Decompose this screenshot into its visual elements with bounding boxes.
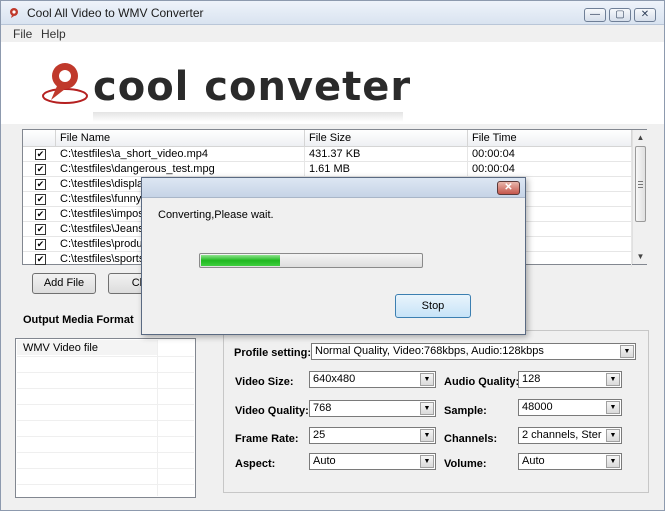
channels-label: Channels: xyxy=(444,433,498,445)
dialog-title-bar[interactable]: ✕ xyxy=(142,178,525,198)
logo-text: cool conveter xyxy=(93,64,412,110)
video-size-select[interactable]: 640x480 ▼ xyxy=(309,371,436,388)
row-checkbox[interactable]: ✔ xyxy=(35,179,46,190)
row-checkbox[interactable]: ✔ xyxy=(35,164,46,175)
table-row[interactable]: ✔ C:\testfiles\dangerous_test.mpg 1.61 M… xyxy=(23,162,632,177)
logo-icon xyxy=(42,63,88,104)
chevron-down-icon[interactable]: ▼ xyxy=(606,373,620,386)
chevron-down-icon[interactable]: ▼ xyxy=(420,402,434,415)
chevron-down-icon[interactable]: ▼ xyxy=(606,401,620,414)
chevron-down-icon[interactable]: ▼ xyxy=(420,429,434,442)
video-size-value: 640x480 xyxy=(313,373,356,385)
file-name-cell: C:\testfiles\dangerous_test.mpg xyxy=(56,162,305,177)
file-size-cell: 1.61 MB xyxy=(305,162,468,177)
channels-value: 2 channels, Ster xyxy=(522,429,602,441)
scroll-thumb[interactable] xyxy=(635,146,646,222)
chevron-down-icon[interactable]: ▼ xyxy=(606,429,620,442)
banner: cool conveter xyxy=(1,42,664,124)
frame-rate-select[interactable]: 25 ▼ xyxy=(309,427,436,444)
row-checkbox[interactable]: ✔ xyxy=(35,149,46,160)
row-checkbox[interactable]: ✔ xyxy=(35,209,46,220)
file-size-cell: 431.37 KB xyxy=(305,147,468,162)
row-checkbox[interactable]: ✔ xyxy=(35,194,46,205)
sample-label: Sample: xyxy=(444,405,487,417)
row-checkbox[interactable]: ✔ xyxy=(35,224,46,235)
file-name-cell: C:\testfiles\a_short_video.mp4 xyxy=(56,147,305,162)
video-quality-value: 768 xyxy=(313,402,332,414)
main-window: Cool All Video to WMV Converter — ▢ ✕ Fi… xyxy=(0,0,665,511)
aspect-label: Aspect: xyxy=(235,458,276,470)
audio-quality-value: 128 xyxy=(522,373,541,385)
stop-button[interactable]: Stop xyxy=(395,294,471,318)
chevron-down-icon[interactable]: ▼ xyxy=(620,345,634,358)
video-quality-label: Video Quality: xyxy=(235,405,309,417)
format-item-wmv[interactable]: WMV Video file xyxy=(17,340,157,355)
window-title: Cool All Video to WMV Converter xyxy=(27,6,204,20)
file-time-cell: 00:00:04 xyxy=(468,162,632,177)
header-file-name[interactable]: File Name xyxy=(56,130,305,147)
chevron-down-icon[interactable]: ▼ xyxy=(606,455,620,468)
progress-dialog: ✕ Converting,Please wait. Stop xyxy=(141,177,526,335)
audio-quality-label: Audio Quality: xyxy=(444,376,520,388)
volume-value: Auto xyxy=(522,455,545,467)
title-bar[interactable]: Cool All Video to WMV Converter — ▢ ✕ xyxy=(1,1,664,25)
sample-value: 48000 xyxy=(522,401,553,413)
audio-quality-select[interactable]: 128 ▼ xyxy=(518,371,622,388)
close-button[interactable]: ✕ xyxy=(634,8,656,22)
scroll-up-icon[interactable]: ▲ xyxy=(633,130,648,145)
volume-label: Volume: xyxy=(444,458,487,470)
table-row[interactable]: ✔ C:\testfiles\a_short_video.mp4 431.37 … xyxy=(23,147,632,162)
logo-reflection xyxy=(93,112,403,122)
settings-panel: Profile setting: Normal Quality, Video:7… xyxy=(223,330,649,493)
add-file-button[interactable]: Add File xyxy=(32,273,96,294)
aspect-value: Auto xyxy=(313,455,336,467)
output-format-list[interactable]: WMV Video file xyxy=(15,338,196,498)
menu-file[interactable]: File xyxy=(13,27,32,41)
header-check-column[interactable] xyxy=(23,130,56,147)
header-file-size[interactable]: File Size xyxy=(305,130,468,147)
progress-bar xyxy=(199,253,423,268)
aspect-select[interactable]: Auto ▼ xyxy=(309,453,436,470)
dialog-close-button[interactable]: ✕ xyxy=(497,181,520,195)
file-list-scrollbar[interactable]: ▲ ▼ xyxy=(632,130,647,264)
app-icon xyxy=(10,8,18,18)
file-time-cell: 00:00:04 xyxy=(468,147,632,162)
scroll-down-icon[interactable]: ▼ xyxy=(633,249,648,264)
video-quality-select[interactable]: 768 ▼ xyxy=(309,400,436,417)
chevron-down-icon[interactable]: ▼ xyxy=(420,455,434,468)
row-checkbox[interactable]: ✔ xyxy=(35,254,46,265)
frame-rate-value: 25 xyxy=(313,429,326,441)
profile-setting-value: Normal Quality, Video:768kbps, Audio:128… xyxy=(315,345,544,357)
menu-help[interactable]: Help xyxy=(41,27,66,41)
output-format-label: Output Media Format xyxy=(23,314,134,326)
volume-select[interactable]: Auto ▼ xyxy=(518,453,622,470)
video-size-label: Video Size: xyxy=(235,376,294,388)
progress-fill xyxy=(201,255,280,266)
profile-setting-select[interactable]: Normal Quality, Video:768kbps, Audio:128… xyxy=(311,343,636,360)
minimize-button[interactable]: — xyxy=(584,8,606,22)
maximize-button[interactable]: ▢ xyxy=(609,8,631,22)
profile-setting-label: Profile setting: xyxy=(234,347,312,359)
menu-bar: File Help xyxy=(1,25,664,42)
file-list-header: File Name File Size File Time xyxy=(23,130,632,147)
chevron-down-icon[interactable]: ▼ xyxy=(420,373,434,386)
sample-select[interactable]: 48000 ▼ xyxy=(518,399,622,416)
dialog-message: Converting,Please wait. xyxy=(158,209,274,221)
channels-select[interactable]: 2 channels, Ster ▼ xyxy=(518,427,622,444)
header-file-time[interactable]: File Time xyxy=(468,130,632,147)
row-checkbox[interactable]: ✔ xyxy=(35,239,46,250)
frame-rate-label: Frame Rate: xyxy=(235,433,299,445)
